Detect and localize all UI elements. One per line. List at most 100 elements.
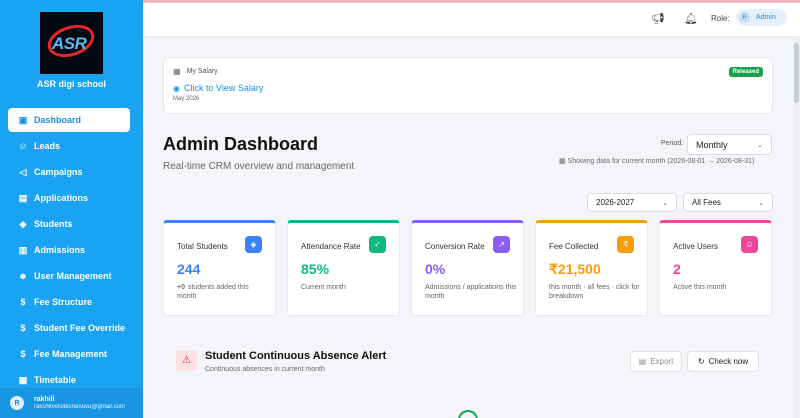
sidebar-item-label: Applications — [34, 193, 89, 203]
role-label: Role: — [711, 14, 730, 23]
fee-filter-value: All Fees — [692, 198, 721, 207]
stat-card-fee-collected[interactable]: Fee Collected ₹ ₹21,500 this month · all… — [535, 220, 648, 316]
dollar-icon: $ — [20, 349, 26, 359]
year-value: 2026-2027 — [596, 198, 635, 207]
current-user[interactable]: R rakhili rakshitvelsitechenuvu@gmail.co… — [0, 388, 143, 418]
calendar-icon: ▦ — [173, 67, 181, 76]
bell-icon[interactable]: 🔔︎ — [684, 12, 698, 25]
page-scrollbar[interactable] — [793, 37, 800, 418]
sidebar-nav: ▣ Dashboard ☺ Leads ◁ Campaigns ▤ Applications ◈… — [8, 108, 130, 394]
sidebar: ASR ASR digi school ▣ Dashboard ☺ Leads ◁ Cam… — [0, 0, 143, 418]
stat-card-active-users[interactable]: Active Users ☺ 2 Active this month — [659, 220, 772, 316]
stat-label: Attendance Rate — [301, 242, 361, 251]
calendar-icon: ▦ — [559, 158, 566, 165]
dashboard-icon: ▣ — [18, 114, 28, 125]
stat-value: 85% — [301, 261, 330, 277]
dollar-icon: $ — [20, 323, 26, 333]
period-select[interactable]: Monthly ⌄ — [687, 134, 772, 155]
sidebar-item-user-management[interactable]: ☻ User Management — [8, 264, 130, 288]
stat-value: 0% — [425, 261, 446, 277]
export-label: Export — [650, 357, 674, 366]
sidebar-item-campaigns[interactable]: ◁ Campaigns — [8, 160, 130, 184]
chevron-down-icon: ⌄ — [757, 141, 763, 149]
sidebar-item-student-fee-override[interactable]: $ Student Fee Override — [8, 316, 130, 340]
graduation-cap-icon: ◈ — [245, 236, 262, 253]
stat-label: Total Students — [177, 242, 228, 251]
sidebar-item-fee-structure[interactable]: $ Fee Structure — [8, 290, 130, 314]
school-name: ASR digi school — [36, 79, 106, 89]
trend-up-icon: ↗ — [493, 236, 510, 253]
megaphone-icon: ◁ — [19, 166, 27, 177]
sidebar-item-label: User Management — [34, 271, 112, 281]
document-icon: ▤ — [18, 192, 28, 203]
sidebar-item-label: Fee Structure — [34, 297, 93, 307]
period-label: Period: — [661, 140, 684, 147]
user-email: rakshitvelsitechenuvu@gmail.com — [34, 404, 125, 410]
status-badge: Released — [728, 67, 763, 77]
date-range-info: ▦ Showing data for current month (2026-0… — [559, 157, 754, 165]
building-icon: ▥ — [18, 244, 28, 255]
absence-alert-title: Student Continuous Absence Alert — [205, 350, 387, 362]
sidebar-item-dashboard[interactable]: ▣ Dashboard — [8, 108, 130, 132]
salary-title: My Salary — [186, 68, 218, 75]
dollar-icon: $ — [20, 297, 26, 307]
scrollbar-thumb[interactable] — [794, 43, 799, 103]
role-selector[interactable]: R Admin — [736, 9, 787, 26]
export-button[interactable]: ▤ Export — [630, 351, 682, 372]
avatar: R — [10, 396, 24, 410]
stat-note: Admissions / applications this month — [425, 284, 517, 300]
sidebar-item-label: Dashboard — [34, 115, 82, 125]
users-icon: ☺ — [18, 141, 28, 151]
sidebar-item-label: Fee Management — [34, 349, 108, 359]
school-logo: ASR — [40, 12, 103, 74]
stat-value: ₹21,500 — [549, 261, 601, 277]
calendar-icon: ▦ — [18, 374, 28, 385]
check-now-label: Check now — [708, 357, 749, 366]
stat-card-conversion-rate[interactable]: Conversion Rate ↗ 0% Admissions / applic… — [411, 220, 524, 316]
stat-card-attendance-rate[interactable]: Attendance Rate ✓ 85% Current month — [287, 220, 400, 316]
stat-card-total-students[interactable]: Total Students ◈ 244 +0 students added th… — [163, 220, 276, 316]
sidebar-item-fee-management[interactable]: $ Fee Management — [8, 342, 130, 366]
view-salary-label: Click to View Salary — [183, 83, 264, 93]
topbar: 📢︎ 🔔︎ Role: R Admin — [143, 3, 800, 37]
stat-value: 244 — [177, 261, 201, 277]
user-cog-icon: ☻ — [18, 271, 28, 281]
sidebar-item-admissions[interactable]: ▥ Admissions — [8, 238, 130, 262]
page-title: Admin Dashboard — [163, 134, 319, 154]
users-icon: ☺ — [741, 236, 758, 253]
download-icon: ▤ — [638, 357, 647, 366]
sidebar-item-label: Students — [34, 219, 73, 229]
sidebar-item-students[interactable]: ◈ Students — [8, 212, 130, 236]
salary-month: May 2026 — [173, 96, 200, 102]
stat-note: Active this month — [673, 284, 727, 291]
page-subtitle: Real-time CRM overview and management — [163, 161, 355, 172]
graduation-cap-icon: ◈ — [19, 218, 27, 229]
view-salary-link[interactable]: ◉ Click to View Salary — [173, 83, 263, 93]
user-name: rakhili — [34, 396, 55, 403]
year-select[interactable]: 2026-2027 ⌄ — [587, 193, 677, 212]
stat-label: Conversion Rate — [425, 242, 485, 251]
date-range-text: Showing data for current month (2026-08-… — [567, 158, 755, 165]
sidebar-item-label: Timetable — [34, 375, 76, 385]
user-check-icon: ✓ — [369, 236, 386, 253]
stat-note: +0 students added this month — [177, 283, 269, 301]
chevron-down-icon: ⌄ — [758, 199, 764, 207]
stat-value: 2 — [673, 261, 681, 277]
sidebar-item-label: Admissions — [34, 245, 86, 255]
sidebar-item-label: Campaigns — [34, 167, 83, 177]
salary-card: ▦ My Salary ◉ Click to View Salary May 2… — [163, 57, 773, 114]
rupee-icon: ₹ — [617, 236, 634, 253]
absence-alert-subtitle: Continuous absences in current month — [205, 366, 325, 373]
stat-note: this month · all fees · click for breakd… — [549, 284, 640, 300]
stat-label: Active Users — [673, 242, 718, 251]
refresh-icon: ↻ — [697, 357, 705, 366]
megaphone-icon[interactable]: 📢︎ — [651, 12, 665, 25]
sidebar-item-applications[interactable]: ▤ Applications — [8, 186, 130, 210]
logo-text: ASR — [52, 34, 87, 53]
role-value: Admin — [756, 14, 776, 21]
eye-icon: ◉ — [173, 83, 180, 93]
warning-icon: ⚠ — [176, 350, 197, 371]
sidebar-item-leads[interactable]: ☺ Leads — [8, 134, 130, 158]
check-now-button[interactable]: ↻ Check now — [687, 351, 759, 372]
fee-filter-select[interactable]: All Fees ⌄ — [683, 193, 773, 212]
